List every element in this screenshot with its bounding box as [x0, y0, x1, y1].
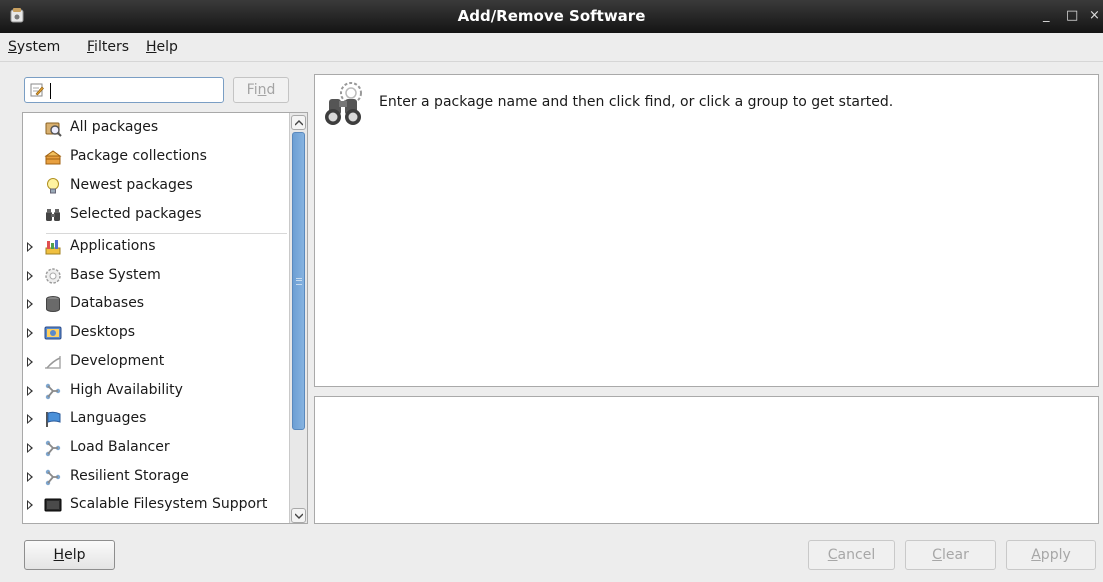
resilient-storage-icon	[45, 469, 61, 485]
list-item-label: Applications	[70, 238, 156, 254]
list-item[interactable]: Databases	[23, 290, 289, 318]
list-item[interactable]: Desktops	[23, 319, 289, 347]
list-item-label: High Availability	[70, 381, 183, 398]
list-item[interactable]: Selected packages	[23, 201, 289, 229]
chevron-up-icon	[295, 120, 303, 126]
all-packages-icon	[45, 122, 62, 137]
text-caret	[50, 83, 51, 99]
expander-icon[interactable]	[27, 414, 33, 425]
expander-icon[interactable]	[27, 299, 33, 310]
list-item[interactable]: Scalable Filesystem Support	[23, 491, 289, 519]
package-collections-icon	[44, 150, 62, 165]
title-bar: Add/Remove Software _ □ ×	[0, 0, 1103, 33]
list-item[interactable]: Development	[23, 348, 289, 376]
load-balancer-icon	[45, 440, 61, 457]
menu-filters[interactable]: Filters	[87, 39, 129, 55]
chevron-down-icon	[295, 513, 303, 519]
cancel-button[interactable]: Cancel	[808, 540, 895, 570]
list-item-label: All packages	[70, 119, 159, 135]
high-availability-icon	[45, 383, 61, 399]
list-item-label: Desktops	[70, 324, 136, 341]
clear-button-label: Clear	[932, 547, 969, 563]
list-item-label: Languages	[70, 410, 147, 427]
list-item-label: Base System	[70, 266, 161, 283]
newest-packages-icon	[47, 178, 59, 194]
menu-bar: System Filters Help	[0, 33, 1103, 62]
languages-icon	[46, 411, 61, 428]
list-item-label: Resilient Storage	[70, 467, 189, 484]
expander-icon[interactable]	[27, 471, 33, 482]
description-pane	[314, 396, 1099, 524]
scroll-up-button[interactable]	[291, 115, 306, 130]
scroll-down-button[interactable]	[291, 508, 306, 523]
databases-icon	[46, 296, 60, 313]
list-item[interactable]: Applications	[23, 233, 289, 261]
scalable-filesystem-icon	[44, 498, 62, 512]
expander-icon[interactable]	[27, 385, 33, 396]
list-item[interactable]: Languages	[23, 405, 289, 433]
expander-icon[interactable]	[27, 242, 33, 252]
help-button-label: Help	[53, 547, 86, 563]
window-title: Add/Remove Software	[457, 7, 646, 25]
list-item[interactable]: Base System	[23, 262, 289, 290]
list-item-label: Newest packages	[70, 177, 193, 193]
scroll-thumb[interactable]	[292, 132, 305, 430]
help-button[interactable]: Help	[24, 540, 115, 570]
group-list[interactable]: All packages Package collections Newest pa…	[22, 112, 308, 524]
list-item[interactable]: Load Balancer	[23, 434, 289, 462]
selected-packages-icon	[46, 209, 60, 221]
list-item-label: Load Balancer	[70, 438, 170, 455]
base-system-icon	[45, 267, 61, 284]
binoculars-gear-icon	[325, 82, 362, 125]
expander-icon[interactable]	[27, 270, 33, 281]
expander-icon[interactable]	[27, 356, 33, 367]
expander-icon[interactable]	[27, 442, 33, 453]
list-item[interactable]: Resilient Storage	[23, 463, 289, 491]
list-item[interactable]: Package collections	[23, 143, 289, 171]
applications-icon	[45, 240, 61, 255]
expander-icon[interactable]	[27, 328, 33, 339]
edit-pencil-icon	[30, 83, 44, 97]
find-button[interactable]: Find	[233, 77, 289, 103]
list-item[interactable]: High Availability	[23, 377, 289, 405]
menu-system[interactable]: System	[8, 39, 60, 55]
expander-icon[interactable]	[27, 500, 33, 511]
close-button[interactable]: ×	[1089, 8, 1100, 23]
cancel-button-label: Cancel	[827, 547, 876, 563]
list-item[interactable]: Newest packages	[23, 172, 289, 200]
group-list-scrollbar[interactable]	[289, 113, 307, 523]
list-item-label: Databases	[70, 295, 145, 312]
minimize-button[interactable]: _	[1043, 8, 1050, 23]
development-icon	[45, 355, 61, 369]
search-input[interactable]	[24, 77, 224, 103]
desktops-icon	[44, 326, 62, 340]
info-message: Enter a package name and then click find…	[379, 94, 894, 110]
list-item-label: Scalable Filesystem Support	[70, 496, 268, 513]
apply-button-label: Apply	[1031, 547, 1071, 563]
menu-help[interactable]: Help	[146, 39, 178, 55]
maximize-button[interactable]: □	[1066, 8, 1078, 23]
info-pane: Enter a package name and then click find…	[314, 74, 1099, 387]
list-item[interactable]: All packages	[23, 114, 289, 142]
clear-button[interactable]: Clear	[905, 540, 996, 570]
find-button-label: Find	[246, 82, 276, 98]
apply-button[interactable]: Apply	[1006, 540, 1096, 570]
list-item-label: Selected packages	[70, 206, 202, 222]
list-item-label: Development	[70, 352, 165, 369]
scroll-grip	[296, 278, 302, 285]
list-item-label: Package collections	[70, 148, 207, 164]
